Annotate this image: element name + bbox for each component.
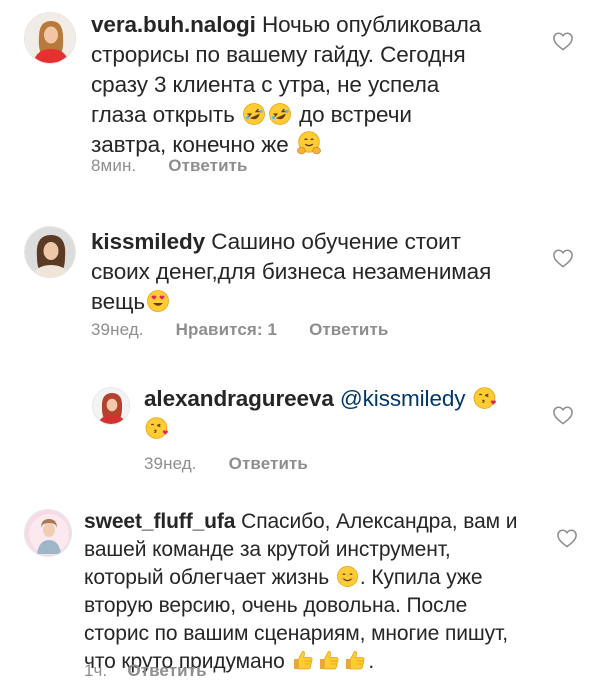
comment-body: глаза открыть [91,102,235,127]
comment-body: строрисы по вашему гайду. Сегодня [91,42,466,67]
thumbs-up-emoji [343,648,367,672]
comment-body: Спасибо, Александра, вам и [241,510,518,533]
comment-body: до встречи [299,102,412,127]
comment-meta: 39нед. Нравится: 1 Ответить [91,320,388,340]
comment-body: который облегчает жизнь [84,566,330,589]
reply-button[interactable]: Ответить [229,454,308,474]
avatar[interactable] [24,226,76,278]
comment-body: завтра, конечно же [91,132,289,157]
reply-button[interactable]: Ответить [168,156,247,176]
avatar-photo-icon [93,388,129,424]
comment-time: 39нед. [144,454,197,473]
comment-meta: 39нед. Ответить [144,454,308,474]
kissing-heart-emoji [473,385,498,410]
avatar[interactable] [24,509,72,557]
comment-body: сторис по вашим сценариям, многие пишут, [84,622,508,645]
comment-sweet-fluff: sweet_fluff_ufa Спасибо, Александра, вам… [0,495,591,693]
comment-body: . [368,650,375,673]
heart-outline-icon[interactable] [552,248,574,268]
comment-body: Ночью опубликовала [261,12,482,37]
rofl-emoji [242,102,266,126]
reply-alexandragureeva: alexandragureeva @kissmiledy 39нед. Отве… [0,365,591,495]
reply-button[interactable]: Ответить [309,320,388,340]
comment-body: вещь [91,289,146,314]
comment-username[interactable]: sweet_fluff_ufa [84,510,235,533]
thumbs-up-emoji [317,648,341,672]
heart-outline-icon[interactable] [552,405,574,425]
comment-text: kissmiledy Сашино обучение стоит своих д… [91,227,541,317]
comment-meta: 8мин. Ответить [91,156,248,176]
comment-kissmiledy: kissmiledy Сашино обучение стоит своих д… [0,190,591,365]
comment-username[interactable]: alexandragureeva [144,386,334,411]
avatar-photo-icon [25,510,71,556]
avatar[interactable] [24,12,76,64]
heart-outline-icon[interactable] [552,31,574,51]
comment-username[interactable]: kissmiledy [91,229,205,254]
comment-body: вторую версию, очень довольна. После [84,594,468,617]
thumbs-up-emoji [291,648,315,672]
likes-count[interactable]: Нравится: 1 [176,320,277,340]
avatar[interactable] [92,387,130,425]
comment-body: вашей команде за крутой инструмент, [84,538,451,561]
comment-body: сразу 3 клиента с утра, не успела [91,72,440,97]
kissing-heart-emoji [145,415,170,440]
comment-username[interactable]: vera.buh.nalogi [91,12,256,37]
avatar-photo-icon [25,227,75,277]
comment-time: 8мин. [91,156,137,175]
comment-text: alexandragureeva @kissmiledy [144,384,524,444]
heart-outline-icon[interactable] [556,528,578,548]
rofl-emoji [268,102,292,126]
comment-body: . Купила уже [359,566,483,589]
smiling-emoji [336,565,359,588]
avatar-photo-icon [25,13,75,63]
hugging-emoji [296,130,322,156]
comment-body: своих денег,для бизнеса незаменимая [91,259,492,284]
reply-button[interactable]: Ответить [127,661,206,681]
comment-text: sweet_fluff_ufa Спасибо, Александра, вам… [84,508,554,676]
comment-time: 39нед. [91,320,144,339]
comment-text: vera.buh.nalogi Ночью опубликовала строр… [91,10,541,160]
comment-body: Сашино обучение стоит [211,229,461,254]
comment-vera: vera.buh.nalogi Ночью опубликовала строр… [0,0,591,190]
mention-link[interactable]: @kissmiledy [340,386,466,411]
comment-meta: 1ч. Ответить [84,661,207,681]
comment-time: 1ч. [84,661,108,680]
heart-eyes-emoji [146,289,170,313]
